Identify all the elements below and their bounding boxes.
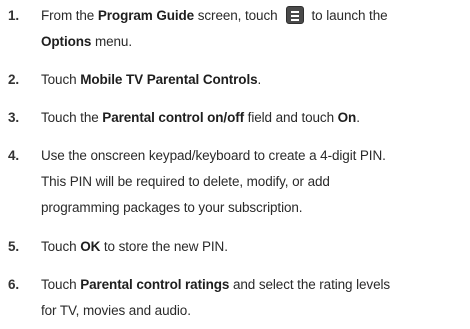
text: Touch the <box>41 110 103 125</box>
ok-label: OK <box>80 239 101 254</box>
text: Touch <box>41 239 81 254</box>
step-text: Touch OK to store the new PIN. <box>41 234 466 260</box>
step-number: 4. <box>8 148 20 163</box>
text: From the <box>41 8 98 23</box>
text-line: for TV, movies and audio. <box>41 303 191 318</box>
options-label: Options <box>41 34 92 49</box>
text: to launch the <box>311 8 388 23</box>
text-line: This PIN will be required to delete, mod… <box>41 174 330 189</box>
program-guide-label: Program Guide <box>97 8 195 23</box>
text: menu. <box>91 34 132 49</box>
step-text: Touch Parental control ratings and selec… <box>41 272 466 324</box>
step-number: 2. <box>8 72 20 87</box>
parental-control-onoff-label: Parental control on/off <box>102 110 245 125</box>
text: to store the new PIN. <box>100 239 228 254</box>
parental-control-ratings-label: Parental control ratings <box>80 277 230 292</box>
text: and select the rating levels <box>229 277 391 292</box>
step-number: 1. <box>8 8 20 23</box>
text: Touch <box>41 72 81 87</box>
step-text: Use the onscreen keypad/keyboard to crea… <box>41 143 466 221</box>
text: Touch <box>41 277 81 292</box>
text-line: Use the onscreen keypad/keyboard to crea… <box>41 148 386 163</box>
step-text: Touch the Parental control on/off field … <box>41 105 466 131</box>
step-text: Touch Mobile TV Parental Controls. <box>41 67 466 93</box>
step-number: 3. <box>8 110 20 125</box>
text: . <box>257 72 262 87</box>
menu-icon <box>285 6 304 24</box>
step-number: 6. <box>8 277 20 292</box>
step-number: 5. <box>8 239 20 254</box>
instruction-steps: 1. From the Program Guide screen, touch t… <box>0 0 470 329</box>
text: . <box>356 110 360 125</box>
text: field and touch <box>244 110 338 125</box>
step-text: From the Program Guide screen, touch to l… <box>41 3 466 55</box>
text-line: programming packages to your subscriptio… <box>41 200 303 215</box>
on-label: On <box>337 110 357 125</box>
mobile-tv-parental-controls-label: Mobile TV Parental Controls <box>80 72 258 87</box>
text: screen, touch <box>194 8 278 23</box>
